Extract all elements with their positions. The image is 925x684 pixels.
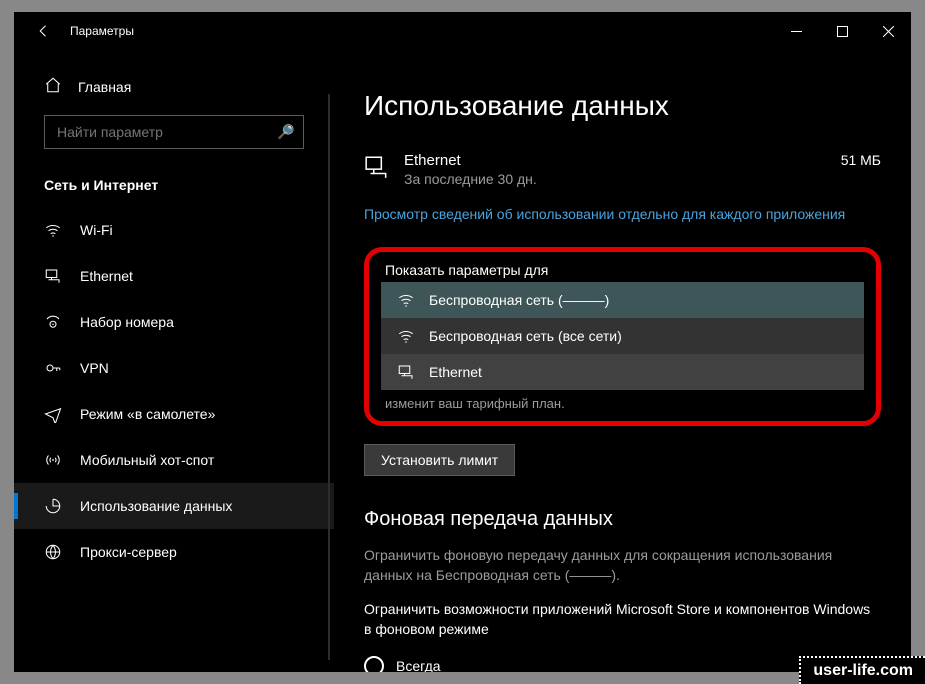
section-heading-background: Фоновая передача данных	[364, 508, 881, 531]
sidebar-item-label: Ethernet	[80, 268, 133, 284]
usage-interface: Ethernet	[404, 152, 821, 169]
background-description: Ограничить фоновую передачу данных для с…	[364, 545, 881, 586]
ethernet-icon	[397, 363, 415, 381]
sidebar-item-home[interactable]: Главная	[14, 64, 334, 109]
usage-amount: 51 МБ	[821, 152, 881, 168]
arrow-left-icon	[35, 22, 53, 40]
radio-icon	[364, 656, 384, 672]
ethernet-icon	[44, 267, 62, 285]
search-icon: 🔍	[277, 124, 294, 141]
sidebar-item-label: Использование данных	[80, 498, 232, 514]
dropdown-option-wifi-all[interactable]: Беспроводная сеть (все сети)	[381, 318, 864, 354]
ethernet-icon	[364, 152, 404, 185]
sidebar-item-data-usage[interactable]: Использование данных	[14, 483, 334, 529]
maximize-icon	[837, 26, 848, 37]
sidebar-item-ethernet[interactable]: Ethernet	[14, 253, 334, 299]
page-title: Использование данных	[364, 90, 881, 122]
main-content: Использование данных Ethernet За последн…	[334, 50, 911, 672]
settings-window: Параметры Главная 🔍	[14, 12, 911, 672]
sidebar-item-label: Мобильный хот-спот	[80, 452, 214, 468]
hotspot-icon	[44, 451, 62, 469]
sidebar-scrollbar[interactable]	[328, 94, 330, 660]
watermark: user-life.com	[799, 656, 925, 684]
back-button[interactable]	[24, 12, 64, 50]
sidebar-item-hotspot[interactable]: Мобильный хот-спот	[14, 437, 334, 483]
minimize-icon	[791, 26, 802, 37]
home-icon	[44, 76, 62, 97]
plan-hint-text: изменит ваш тарифный план.	[381, 396, 864, 411]
wifi-icon	[397, 291, 415, 309]
sidebar: Главная 🔍 Сеть и Интернет Wi-Fi Et	[14, 50, 334, 672]
vpn-icon	[44, 359, 62, 377]
sidebar-item-airplane[interactable]: Режим «в самолете»	[14, 391, 334, 437]
dropdown-option-label: Беспроводная сеть (все сети)	[429, 328, 622, 344]
store-restriction-text: Ограничить возможности приложений Micros…	[364, 599, 881, 640]
sidebar-item-label: Главная	[78, 79, 131, 95]
dropdown-option-label: Ethernet	[429, 364, 482, 380]
dropdown-option-wifi-named[interactable]: Беспроводная сеть (———)	[381, 282, 864, 318]
sidebar-item-dialup[interactable]: Набор номера	[14, 299, 334, 345]
sidebar-item-label: Набор номера	[80, 314, 174, 330]
network-dropdown-list: Беспроводная сеть (———) Беспроводная сет…	[381, 282, 864, 390]
sidebar-item-label: Wi-Fi	[80, 222, 113, 238]
close-icon	[883, 26, 894, 37]
sidebar-item-wifi[interactable]: Wi-Fi	[14, 207, 334, 253]
maximize-button[interactable]	[819, 12, 865, 50]
titlebar: Параметры	[14, 12, 911, 50]
usage-summary[interactable]: Ethernet За последние 30 дн. 51 МБ	[364, 152, 881, 187]
data-usage-icon	[44, 497, 62, 515]
sidebar-group-header: Сеть и Интернет	[14, 163, 334, 207]
airplane-icon	[44, 405, 62, 423]
set-limit-button[interactable]: Установить лимит	[364, 444, 515, 476]
search-input[interactable]	[44, 115, 304, 149]
dropdown-option-label: Беспроводная сеть (———)	[429, 292, 609, 308]
wifi-icon	[44, 221, 62, 239]
sidebar-item-label: VPN	[80, 360, 109, 376]
dropdown-label: Показать параметры для	[385, 262, 864, 278]
sidebar-item-label: Прокси-сервер	[80, 544, 177, 560]
window-body: Главная 🔍 Сеть и Интернет Wi-Fi Et	[14, 50, 911, 672]
per-app-usage-link[interactable]: Просмотр сведений об использовании отдел…	[364, 206, 845, 222]
highlight-annotation: Показать параметры для Беспроводная сеть…	[364, 247, 881, 426]
sidebar-item-label: Режим «в самолете»	[80, 406, 215, 422]
dropdown-option-ethernet[interactable]: Ethernet	[381, 354, 864, 390]
wifi-icon	[397, 327, 415, 345]
close-button[interactable]	[865, 12, 911, 50]
usage-period: За последние 30 дн.	[404, 171, 821, 187]
radio-label: Всегда	[396, 658, 441, 672]
proxy-icon	[44, 543, 62, 561]
dialup-icon	[44, 313, 62, 331]
search-container: 🔍	[14, 109, 334, 163]
sidebar-item-vpn[interactable]: VPN	[14, 345, 334, 391]
sidebar-item-proxy[interactable]: Прокси-сервер	[14, 529, 334, 575]
minimize-button[interactable]	[773, 12, 819, 50]
window-title: Параметры	[64, 24, 134, 38]
